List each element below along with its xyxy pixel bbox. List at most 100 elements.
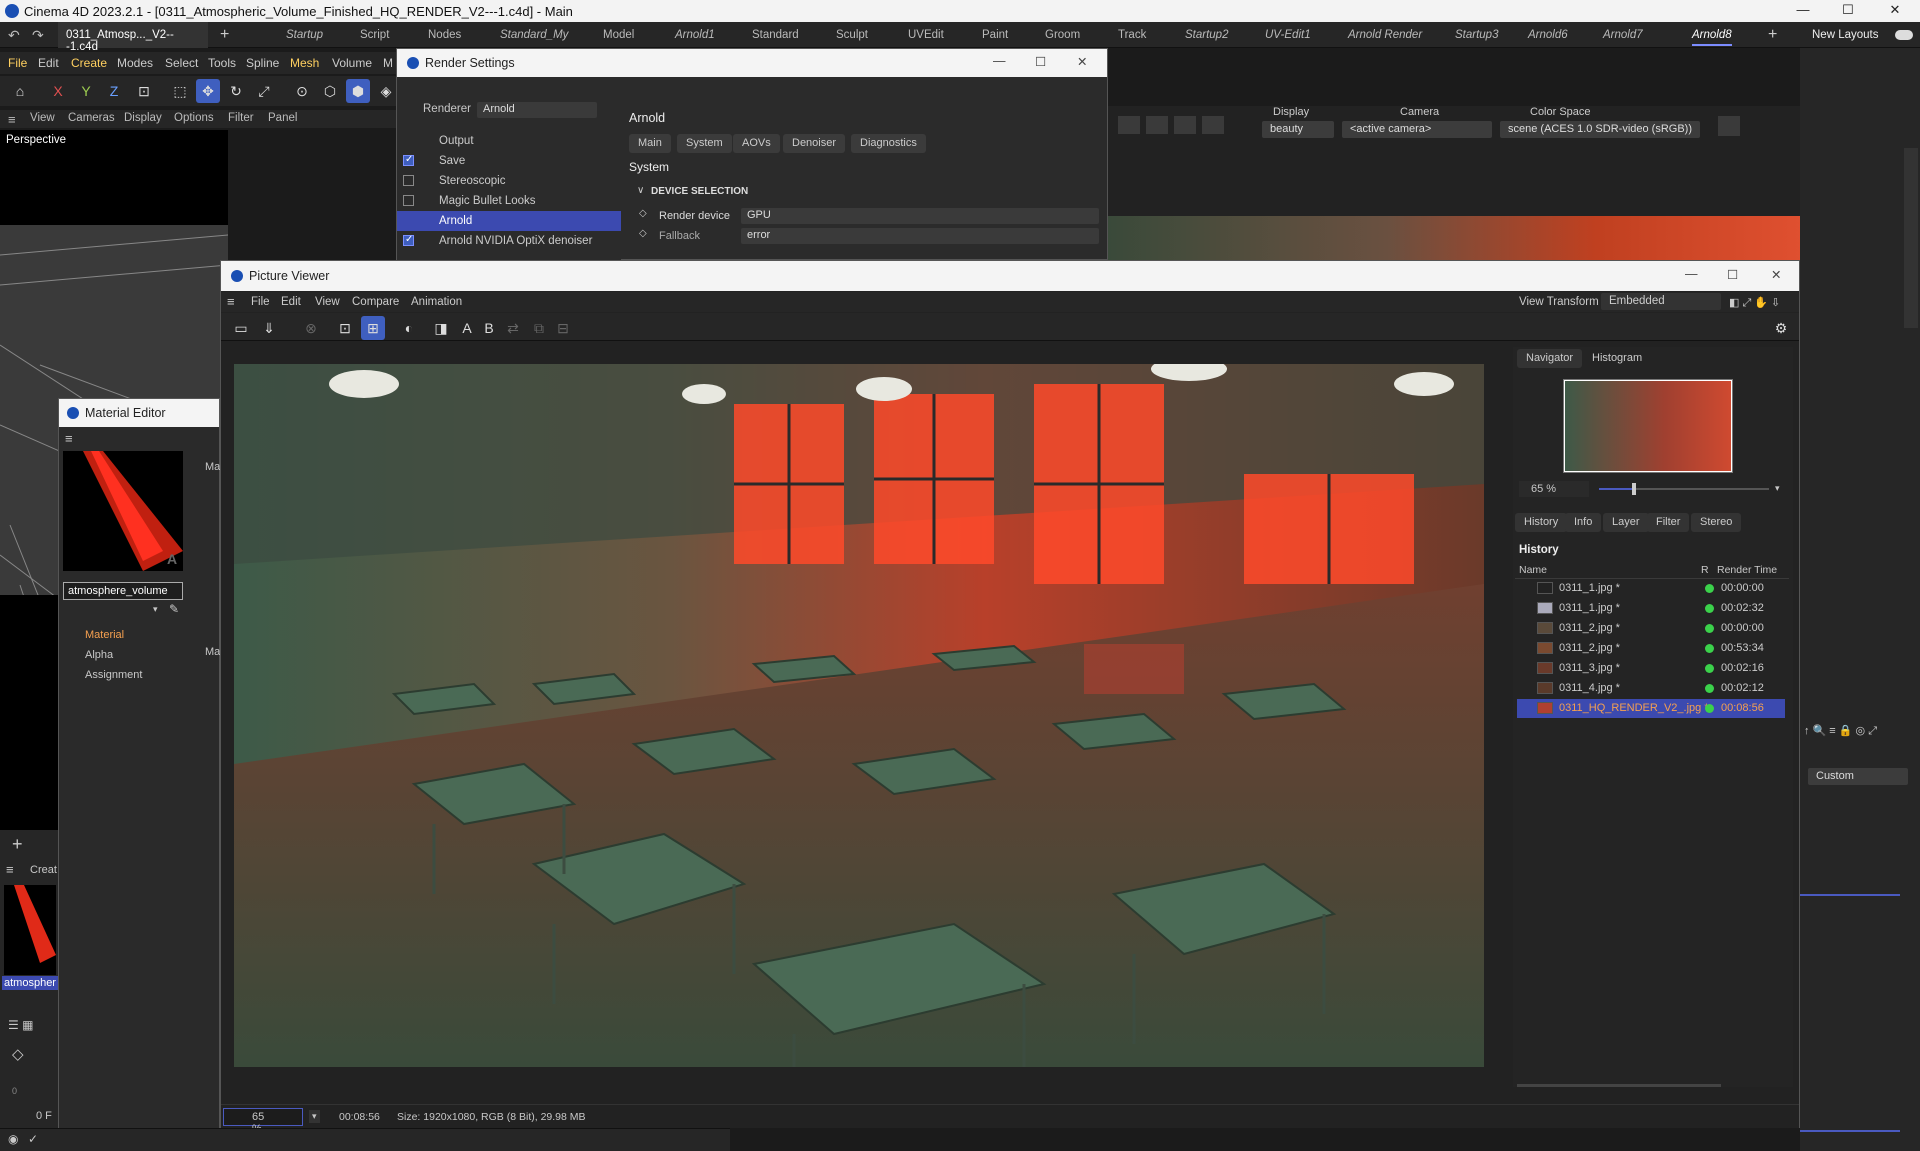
maximize-button[interactable]: ☐ (1035, 54, 1046, 69)
ipr-button-icon[interactable] (1118, 116, 1140, 134)
view-transform-dropdown[interactable]: Embedded (1601, 293, 1721, 310)
layouts-toggle[interactable] (1895, 30, 1913, 40)
z-axis-icon[interactable]: Z (102, 79, 126, 103)
layout-tab-active[interactable]: Arnold8 (1692, 29, 1732, 46)
model-mode-icon[interactable]: ◈ (374, 79, 398, 103)
history-row-selected[interactable]: 0311_HQ_RENDER_V2_.jpg * 00:08:56 (1517, 699, 1785, 718)
check-circle-icon[interactable]: ◉ (8, 1132, 18, 1146)
menu-tools[interactable]: Tools (208, 56, 236, 70)
compare-a-icon[interactable]: A (455, 316, 479, 340)
tab-filter[interactable]: Filter (1647, 513, 1690, 532)
menu-select[interactable]: Select (165, 56, 198, 70)
rs-item-arnold[interactable]: Arnold (397, 211, 621, 231)
contrast-icon[interactable]: ◐ (397, 316, 421, 340)
list-view-icon[interactable]: ☰ ▦ (8, 1018, 33, 1032)
chevron-down-icon[interactable]: ▾ (153, 604, 158, 615)
menu-mesh[interactable]: Mesh (290, 56, 319, 70)
render-device-dropdown[interactable]: GPU (741, 208, 1099, 224)
slider-track[interactable] (1800, 894, 1900, 896)
render-canvas[interactable] (234, 364, 1484, 1067)
layout-tab[interactable]: UVEdit (908, 29, 944, 41)
layout-tab[interactable]: Arnold7 (1603, 29, 1643, 41)
hamburger-icon[interactable]: ≡ (65, 431, 73, 446)
rs-item-output[interactable]: Output (397, 131, 621, 151)
channel-material[interactable]: Material (85, 629, 124, 641)
scale-tool-icon[interactable]: ⤢ (252, 79, 276, 103)
chevron-down-icon[interactable]: ▾ (1775, 483, 1780, 494)
check-icon[interactable]: ✓ (28, 1132, 38, 1146)
add-icon[interactable]: + (12, 834, 23, 855)
view-menu-filter[interactable]: Filter (228, 112, 254, 124)
snapshot-icon[interactable] (1718, 116, 1740, 136)
menu-edit[interactable]: Edit (38, 56, 59, 70)
layout-tab[interactable]: Standard_My (500, 29, 568, 41)
menu-file[interactable]: File (8, 56, 27, 70)
tab-aovs[interactable]: AOVs (733, 134, 780, 153)
layout-tab[interactable]: UV-Edit1 (1265, 29, 1311, 41)
chevron-down-icon[interactable]: ∨ (637, 185, 644, 196)
open-folder-icon[interactable]: ▭ (229, 316, 253, 340)
tab-system[interactable]: System (677, 134, 732, 153)
layout-tab[interactable]: Paint (982, 29, 1008, 41)
layout-tab[interactable]: Model (603, 29, 634, 41)
rs-item-save[interactable]: Save (397, 151, 621, 171)
minimize-button[interactable]: — (1788, 2, 1818, 20)
layout-tab[interactable]: Track (1118, 29, 1146, 41)
view-menu-panel[interactable]: Panel (268, 112, 297, 124)
pv-menu-file[interactable]: File (251, 296, 270, 308)
tab-denoiser[interactable]: Denoiser (783, 134, 846, 153)
rs-item-magic-bullet[interactable]: Magic Bullet Looks (397, 191, 621, 211)
tab-main[interactable]: Main (629, 134, 671, 153)
chevron-down-icon[interactable]: ▾ (309, 1110, 320, 1123)
layout-tab[interactable]: Arnold1 (675, 29, 715, 41)
channel-alpha[interactable]: Alpha (85, 649, 113, 661)
save-icon[interactable]: ⇓ (257, 316, 281, 340)
stop-render-icon[interactable]: ⊗ (299, 316, 323, 340)
history-row[interactable]: 0311_1.jpg * 00:02:32 (1517, 599, 1785, 618)
history-row[interactable]: 0311_4.jpg * 00:02:12 (1517, 679, 1785, 698)
custom-dropdown[interactable]: Custom (1808, 768, 1908, 785)
settings-icon[interactable]: ⚙ (1769, 316, 1793, 340)
tab-navigator[interactable]: Navigator (1517, 349, 1583, 368)
tab-info[interactable]: Info (1565, 513, 1602, 532)
rs-item-optix[interactable]: Arnold NVIDIA OptiX denoiser (397, 231, 621, 251)
keyframe-diamond-icon[interactable]: ◇ (639, 208, 647, 219)
layout-tab[interactable]: Startup3 (1455, 29, 1498, 41)
layout-tab[interactable]: Arnold6 (1528, 29, 1568, 41)
history-row[interactable]: 0311_1.jpg * 00:00:00 (1517, 579, 1785, 598)
minimize-button[interactable]: — (1685, 267, 1698, 281)
material-thumbnail[interactable] (4, 885, 56, 975)
ipr-button-icon[interactable] (1174, 116, 1196, 134)
add-layout-icon[interactable]: + (1768, 26, 1777, 44)
points-mode-icon[interactable]: ⊙ (290, 79, 314, 103)
keyframe-diamond-icon[interactable]: ◇ (639, 228, 647, 239)
renderer-dropdown[interactable]: Arnold (477, 102, 597, 118)
layout-tab[interactable]: Startup (286, 29, 323, 41)
layout-tab[interactable]: Startup2 (1185, 29, 1228, 41)
close-button[interactable]: ✕ (1880, 2, 1910, 20)
pv-menu-compare[interactable]: Compare (352, 296, 399, 308)
layout-tab[interactable]: Nodes (428, 29, 461, 41)
layout-tab[interactable]: Script (360, 29, 389, 41)
overlay-icon[interactable]: ⧉ (527, 316, 551, 340)
menu-create[interactable]: Create (71, 56, 107, 70)
tab-diagnostics[interactable]: Diagnostics (851, 134, 926, 153)
zoom-field[interactable]: 65 % (223, 1108, 303, 1135)
pv-menu-edit[interactable]: Edit (281, 296, 301, 308)
stereoscopic-checkbox[interactable] (403, 175, 414, 186)
menu-spline[interactable]: Spline (246, 56, 279, 70)
rotate-tool-icon[interactable]: ↻ (224, 79, 248, 103)
rs-item-stereoscopic[interactable]: Stereoscopic (397, 171, 621, 191)
display-dropdown[interactable]: beauty (1262, 121, 1334, 138)
x-axis-icon[interactable]: X (46, 79, 70, 103)
swap-icon[interactable]: ⇄ (501, 316, 525, 340)
ipr-button-icon[interactable] (1146, 116, 1168, 134)
hamburger-icon[interactable]: ≡ (227, 294, 235, 309)
polygons-mode-icon[interactable]: ⬢ (346, 79, 370, 103)
render-view-icon[interactable]: ⊞ (361, 316, 385, 340)
maximize-button[interactable]: ☐ (1833, 2, 1863, 20)
create-menu[interactable]: Creat (30, 864, 57, 876)
menu-modes[interactable]: Modes (117, 56, 153, 70)
layout-tab[interactable]: Standard (752, 29, 799, 41)
channel-assignment[interactable]: Assignment (85, 669, 142, 681)
